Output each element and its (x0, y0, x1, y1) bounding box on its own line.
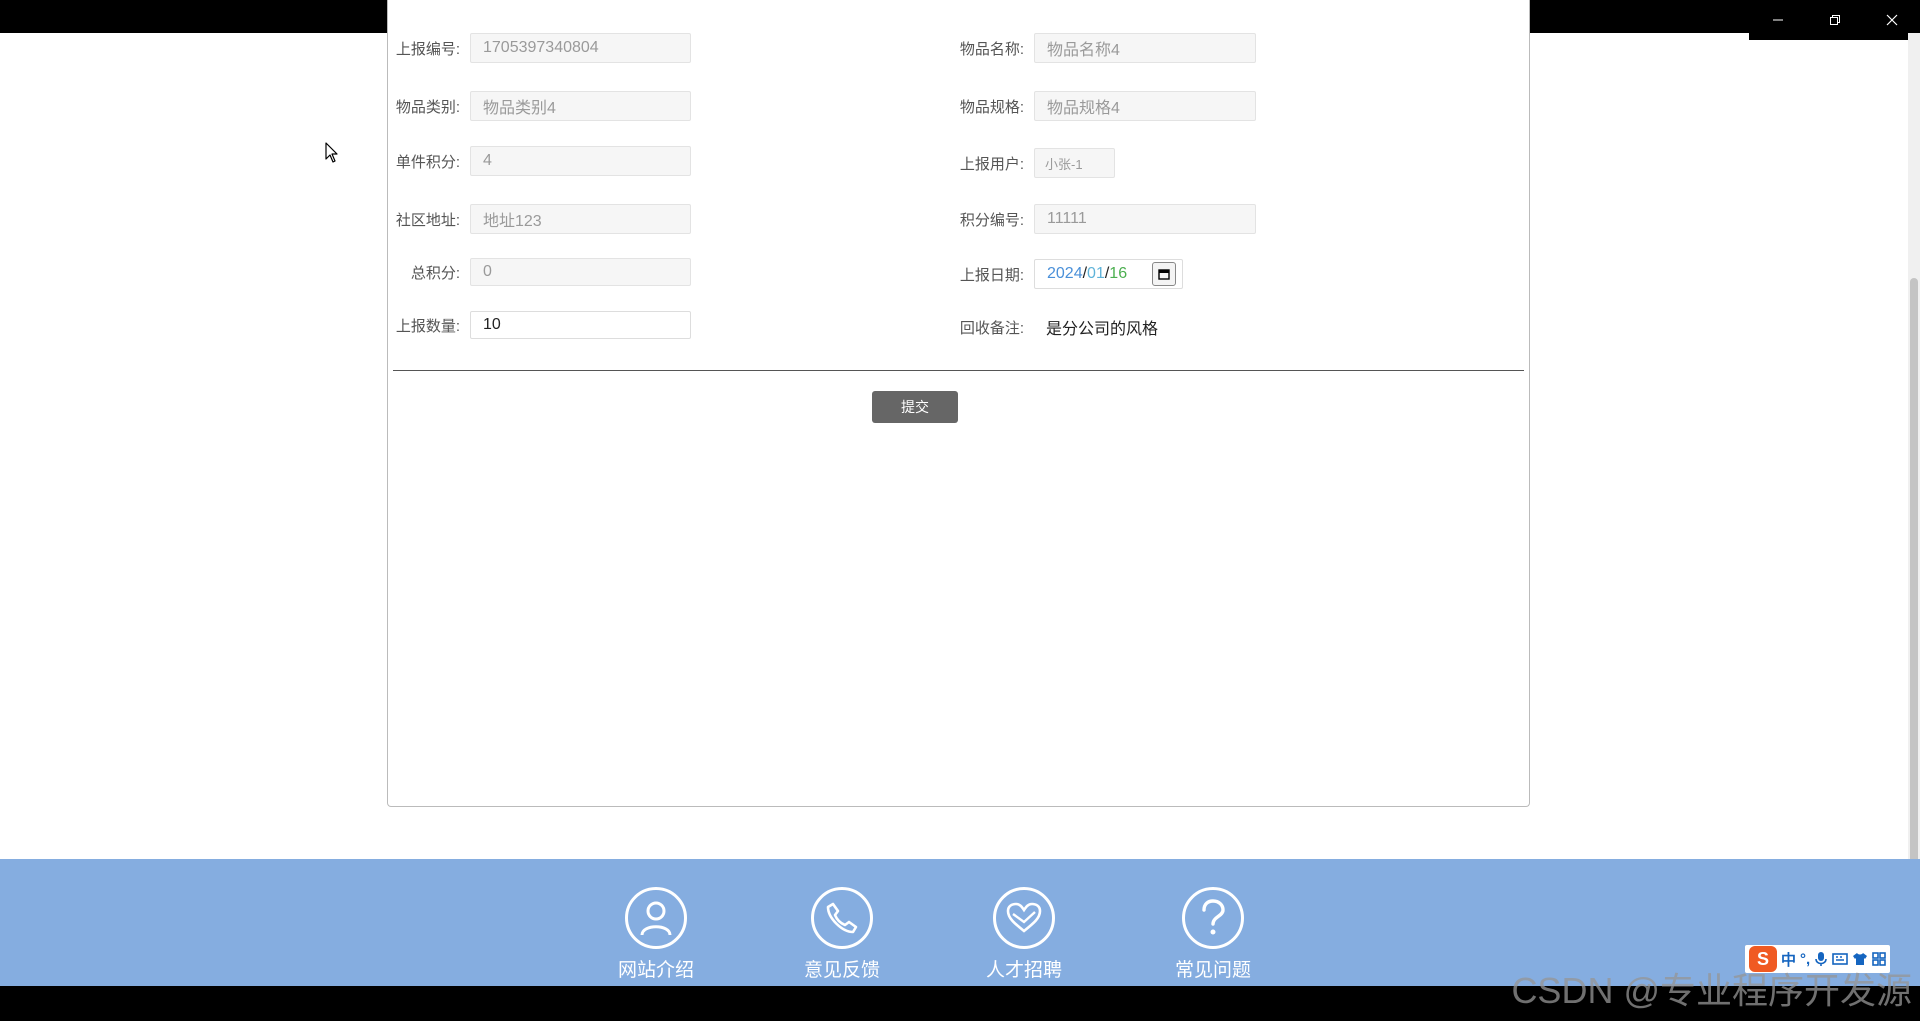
field-label: 物品规格: (959, 98, 1024, 116)
field-recycle-note: 回收备注: 是分公司的风格 (894, 315, 1158, 339)
date-year[interactable]: 2024 (1047, 265, 1083, 283)
report-form-panel (387, 0, 1530, 807)
field-label: 社区地址: (395, 211, 460, 229)
item-name-input[interactable]: 物品名称4 (1034, 33, 1256, 63)
minimize-button[interactable] (1749, 0, 1806, 40)
community-address-input[interactable]: 地址123 (470, 204, 691, 234)
window-controls (1749, 0, 1920, 40)
heart-icon (993, 887, 1055, 949)
field-label: 上报编号: (395, 40, 460, 58)
user-icon (625, 887, 687, 949)
date-month[interactable]: 01 (1087, 265, 1105, 283)
phone-icon (811, 887, 873, 949)
mouse-cursor-icon (325, 142, 338, 163)
item-spec-input[interactable]: 物品规格4 (1034, 91, 1256, 121)
footer-label: 网站介绍 (617, 960, 694, 981)
submit-button[interactable]: 提交 (872, 391, 958, 423)
footer-label: 常见问题 (1174, 960, 1251, 981)
field-points-id: 积分编号: 11111 (894, 204, 1256, 234)
field-label: 单件积分: (395, 153, 460, 171)
field-label: 上报日期: (959, 266, 1024, 284)
form-divider (393, 370, 1524, 371)
report-quantity-input[interactable]: 10 (470, 311, 691, 339)
field-report-user: 上报用户: 小张-1 (894, 148, 1115, 178)
watermark: CSDN @专业程序开发源 (1511, 970, 1912, 1011)
field-report-id: 上报编号: 1705397340804 (330, 33, 691, 63)
footer-label: 人才招聘 (985, 960, 1062, 981)
field-label: 上报数量: (395, 317, 460, 335)
footer-item-recruitment[interactable]: 人才招聘 (964, 887, 1084, 982)
question-icon (1182, 887, 1244, 949)
close-icon (1886, 14, 1897, 26)
vertical-scrollbar[interactable] (1908, 33, 1920, 986)
field-item-name: 物品名称: 物品名称4 (894, 33, 1256, 63)
field-community-address: 社区地址: 地址123 (330, 204, 691, 234)
report-user-select[interactable]: 小张-1 (1034, 148, 1115, 178)
footer-item-feedback[interactable]: 意见反馈 (782, 887, 902, 982)
field-report-date: 上报日期: 2024/01/16 (894, 259, 1183, 289)
restore-icon (1829, 15, 1840, 25)
field-total-points: 总积分: 0 (330, 258, 691, 286)
field-label: 积分编号: (959, 211, 1024, 229)
field-report-quantity: 上报数量: 10 (330, 311, 691, 339)
field-label: 上报用户: (959, 155, 1024, 173)
unit-points-input[interactable]: 4 (470, 146, 691, 176)
restore-button[interactable] (1806, 0, 1863, 40)
field-label: 物品名称: (959, 40, 1024, 58)
footer-label: 意见反馈 (803, 960, 880, 981)
recycle-note-textarea[interactable]: 是分公司的风格 (1046, 315, 1158, 339)
field-label: 物品类别: (395, 98, 460, 116)
field-label: 回收备注: (959, 319, 1024, 337)
field-item-spec: 物品规格: 物品规格4 (894, 91, 1256, 121)
date-day[interactable]: 16 (1109, 265, 1127, 283)
item-category-input[interactable]: 物品类别4 (470, 91, 691, 121)
points-id-input[interactable]: 11111 (1034, 204, 1256, 234)
field-item-category: 物品类别: 物品类别4 (330, 91, 691, 121)
field-label: 总积分: (410, 264, 460, 282)
report-id-input[interactable]: 1705397340804 (470, 33, 691, 63)
calendar-icon[interactable] (1152, 262, 1176, 286)
total-points-input[interactable]: 0 (470, 258, 691, 286)
footer-item-site-intro[interactable]: 网站介绍 (596, 887, 716, 982)
minimize-icon (1772, 19, 1783, 21)
scrollbar-thumb[interactable] (1910, 278, 1918, 958)
footer-item-faq[interactable]: 常见问题 (1153, 887, 1273, 982)
report-date-input[interactable]: 2024/01/16 (1034, 259, 1183, 289)
field-unit-points: 单件积分: 4 (330, 146, 691, 176)
